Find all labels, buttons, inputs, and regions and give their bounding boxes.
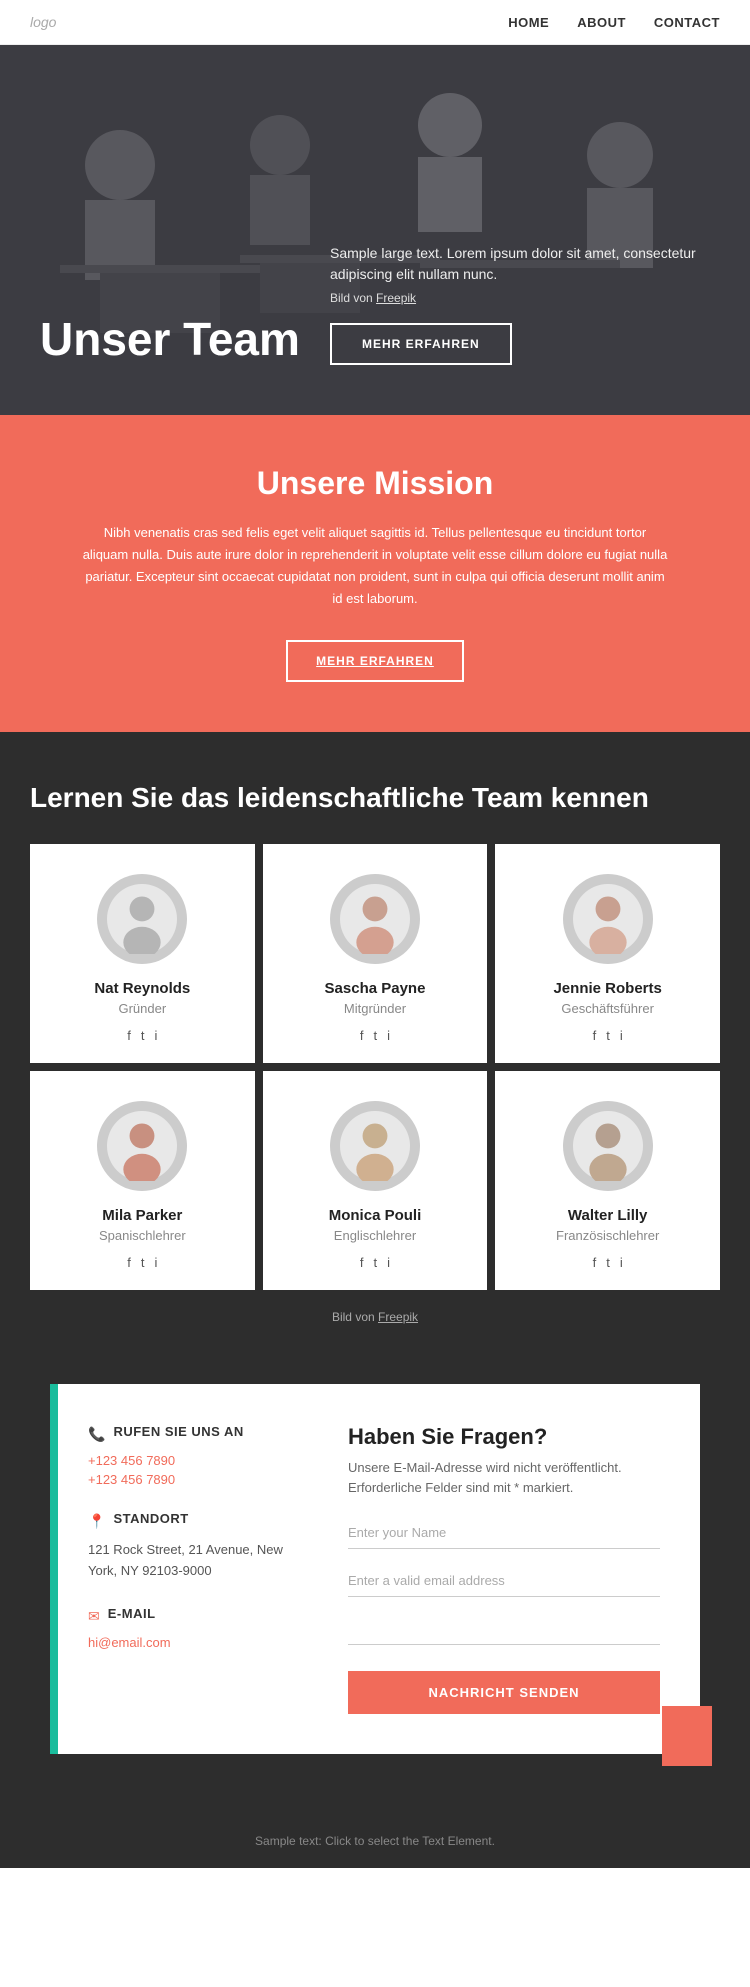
facebook-icon-3[interactable]: f — [127, 1255, 131, 1270]
team-card-1: Sascha Payne Mitgründer f t i — [263, 844, 488, 1063]
twitter-icon-2[interactable]: t — [606, 1028, 610, 1043]
member-role-3: Spanischlehrer — [50, 1228, 235, 1243]
phone-icon: 📞 — [88, 1426, 105, 1443]
email-label: E-MAIL — [108, 1606, 156, 1621]
team-card-2: Jennie Roberts Geschäftsführer f t i — [495, 844, 720, 1063]
nav-links: HOME ABOUT CONTACT — [508, 15, 720, 30]
social-icons-0: f t i — [50, 1028, 235, 1043]
twitter-icon-3[interactable]: t — [141, 1255, 145, 1270]
team-credit-link[interactable]: Freepik — [378, 1310, 418, 1324]
member-role-2: Geschäftsführer — [515, 1001, 700, 1016]
member-name-4: Monica Pouli — [283, 1207, 468, 1224]
member-role-4: Englischlehrer — [283, 1228, 468, 1243]
hero-content: Unser Team Sample large text. Lorem ipsu… — [0, 243, 750, 365]
avatar-1 — [330, 874, 420, 964]
right-accent — [662, 1706, 712, 1766]
team-section-title: Lernen Sie das leidenschaftliche Team ke… — [30, 782, 720, 814]
instagram-icon-2[interactable]: i — [620, 1028, 623, 1043]
member-name-2: Jennie Roberts — [515, 980, 700, 997]
email-address[interactable]: hi@email.com — [88, 1635, 288, 1650]
facebook-icon-1[interactable]: f — [360, 1028, 364, 1043]
facebook-icon-0[interactable]: f — [127, 1028, 131, 1043]
location-icon: 📍 — [88, 1513, 105, 1530]
contact-form: Haben Sie Fragen? Unsere E-Mail-Adresse … — [318, 1384, 700, 1754]
submit-button[interactable]: NACHRICHT SENDEN — [348, 1671, 660, 1714]
hero-section: Unser Team Sample large text. Lorem ipsu… — [0, 45, 750, 415]
phone-block: 📞 RUFEN SIE UNS AN +123 456 7890 +123 45… — [88, 1424, 288, 1487]
avatar-0 — [97, 874, 187, 964]
hero-credit: Bild von Freepik — [330, 291, 710, 305]
instagram-icon-4[interactable]: i — [387, 1255, 390, 1270]
mission-cta-button[interactable]: MEHR ERFAHREN — [286, 640, 464, 682]
twitter-icon-4[interactable]: t — [374, 1255, 378, 1270]
member-name-5: Walter Lilly — [515, 1207, 700, 1224]
social-icons-4: f t i — [283, 1255, 468, 1270]
contact-card: 📞 RUFEN SIE UNS AN +123 456 7890 +123 45… — [50, 1384, 700, 1754]
social-icons-1: f t i — [283, 1028, 468, 1043]
email-input[interactable] — [348, 1565, 660, 1597]
twitter-icon-5[interactable]: t — [606, 1255, 610, 1270]
team-card-4: Monica Pouli Englischlehrer f t i — [263, 1071, 488, 1290]
footer: Sample text: Click to select the Text El… — [0, 1814, 750, 1868]
team-card-5: Walter Lilly Französischlehrer f t i — [495, 1071, 720, 1290]
avatar-4 — [330, 1101, 420, 1191]
hero-title: Unser Team — [40, 314, 300, 365]
navbar: logo HOME ABOUT CONTACT — [0, 0, 750, 45]
member-name-1: Sascha Payne — [283, 980, 468, 997]
hero-cta-button[interactable]: MEHR ERFAHREN — [330, 323, 512, 365]
logo: logo — [30, 14, 56, 30]
contact-section: 📞 RUFEN SIE UNS AN +123 456 7890 +123 45… — [0, 1364, 750, 1814]
twitter-icon-1[interactable]: t — [374, 1028, 378, 1043]
location-block: 📍 STANDORT 121 Rock Street, 21 Avenue, N… — [88, 1511, 288, 1582]
hero-text: Sample large text. Lorem ipsum dolor sit… — [330, 243, 710, 285]
facebook-icon-4[interactable]: f — [360, 1255, 364, 1270]
team-card-3: Mila Parker Spanischlehrer f t i — [30, 1071, 255, 1290]
form-subtitle: Unsere E-Mail-Adresse wird nicht veröffe… — [348, 1458, 660, 1497]
nav-home[interactable]: HOME — [508, 15, 549, 30]
team-section: Lernen Sie das leidenschaftliche Team ke… — [0, 732, 750, 1364]
team-grid: Nat Reynolds Gründer f t i Sascha Payne … — [30, 844, 720, 1290]
social-icons-3: f t i — [50, 1255, 235, 1270]
name-input[interactable] — [348, 1517, 660, 1549]
contact-info: 📞 RUFEN SIE UNS AN +123 456 7890 +123 45… — [58, 1384, 318, 1754]
phone2[interactable]: +123 456 7890 — [88, 1472, 288, 1487]
instagram-icon-0[interactable]: i — [155, 1028, 158, 1043]
member-name-3: Mila Parker — [50, 1207, 235, 1224]
mission-title: Unsere Mission — [80, 465, 670, 502]
location-label: STANDORT — [113, 1511, 188, 1526]
form-title: Haben Sie Fragen? — [348, 1424, 660, 1450]
mission-text: Nibh venenatis cras sed felis eget velit… — [80, 522, 670, 610]
address: 121 Rock Street, 21 Avenue, New York, NY… — [88, 1540, 288, 1582]
footer-text: Sample text: Click to select the Text El… — [20, 1834, 730, 1848]
team-credit: Bild von Freepik — [30, 1310, 720, 1324]
hero-credit-link[interactable]: Freepik — [376, 291, 416, 305]
facebook-icon-2[interactable]: f — [593, 1028, 597, 1043]
twitter-icon-0[interactable]: t — [141, 1028, 145, 1043]
member-role-0: Gründer — [50, 1001, 235, 1016]
nav-about[interactable]: ABOUT — [577, 15, 626, 30]
hero-right: Sample large text. Lorem ipsum dolor sit… — [330, 243, 710, 365]
message-input[interactable] — [348, 1613, 660, 1645]
member-role-1: Mitgründer — [283, 1001, 468, 1016]
member-name-0: Nat Reynolds — [50, 980, 235, 997]
member-role-5: Französischlehrer — [515, 1228, 700, 1243]
team-card-0: Nat Reynolds Gründer f t i — [30, 844, 255, 1063]
email-block: ✉ E-MAIL hi@email.com — [88, 1606, 288, 1650]
avatar-5 — [563, 1101, 653, 1191]
left-accent — [50, 1384, 58, 1754]
instagram-icon-1[interactable]: i — [387, 1028, 390, 1043]
instagram-icon-3[interactable]: i — [155, 1255, 158, 1270]
avatar-2 — [563, 874, 653, 964]
phone-label: RUFEN SIE UNS AN — [113, 1424, 243, 1439]
mission-section: Unsere Mission Nibh venenatis cras sed f… — [0, 415, 750, 732]
facebook-icon-5[interactable]: f — [593, 1255, 597, 1270]
instagram-icon-5[interactable]: i — [620, 1255, 623, 1270]
nav-contact[interactable]: CONTACT — [654, 15, 720, 30]
social-icons-5: f t i — [515, 1255, 700, 1270]
social-icons-2: f t i — [515, 1028, 700, 1043]
avatar-3 — [97, 1101, 187, 1191]
phone1[interactable]: +123 456 7890 — [88, 1453, 288, 1468]
email-icon: ✉ — [88, 1608, 100, 1625]
